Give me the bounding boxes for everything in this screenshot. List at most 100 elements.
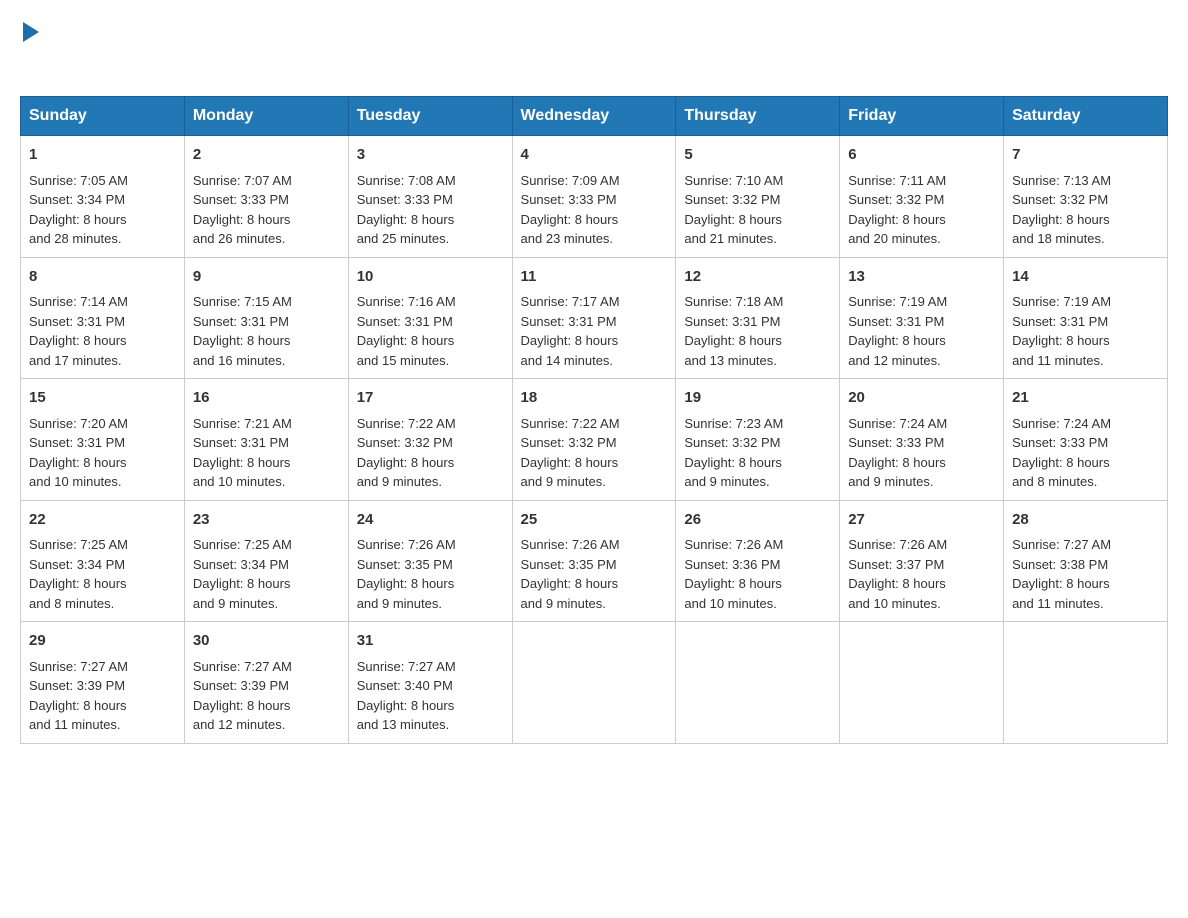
sunrise-text: Sunrise: 7:13 AM bbox=[1012, 173, 1111, 188]
day-number: 26 bbox=[684, 509, 831, 532]
calendar-cell: 23Sunrise: 7:25 AMSunset: 3:34 PMDayligh… bbox=[184, 500, 348, 622]
calendar-cell: 14Sunrise: 7:19 AMSunset: 3:31 PMDayligh… bbox=[1004, 257, 1168, 379]
calendar-cell: 20Sunrise: 7:24 AMSunset: 3:33 PMDayligh… bbox=[840, 379, 1004, 501]
daylight-minutes-text: and 13 minutes. bbox=[357, 717, 450, 732]
calendar-cell: 9Sunrise: 7:15 AMSunset: 3:31 PMDaylight… bbox=[184, 257, 348, 379]
day-number: 5 bbox=[684, 144, 831, 167]
day-header-saturday: Saturday bbox=[1004, 97, 1168, 136]
day-header-friday: Friday bbox=[840, 97, 1004, 136]
week-row-4: 22Sunrise: 7:25 AMSunset: 3:34 PMDayligh… bbox=[21, 500, 1168, 622]
sunrise-text: Sunrise: 7:19 AM bbox=[848, 294, 947, 309]
sunrise-text: Sunrise: 7:27 AM bbox=[193, 659, 292, 674]
daylight-text: Daylight: 8 hours bbox=[1012, 576, 1110, 591]
calendar-cell: 2Sunrise: 7:07 AMSunset: 3:33 PMDaylight… bbox=[184, 136, 348, 258]
logo-triangle-icon bbox=[23, 22, 39, 42]
daylight-minutes-text: and 10 minutes. bbox=[193, 474, 286, 489]
sunrise-text: Sunrise: 7:22 AM bbox=[521, 416, 620, 431]
calendar-cell: 4Sunrise: 7:09 AMSunset: 3:33 PMDaylight… bbox=[512, 136, 676, 258]
daylight-minutes-text: and 16 minutes. bbox=[193, 353, 286, 368]
daylight-minutes-text: and 10 minutes. bbox=[848, 596, 941, 611]
daylight-text: Daylight: 8 hours bbox=[29, 576, 127, 591]
sunset-text: Sunset: 3:31 PM bbox=[29, 314, 125, 329]
sunset-text: Sunset: 3:32 PM bbox=[684, 192, 780, 207]
sunset-text: Sunset: 3:33 PM bbox=[521, 192, 617, 207]
sunrise-text: Sunrise: 7:26 AM bbox=[521, 537, 620, 552]
sunset-text: Sunset: 3:34 PM bbox=[29, 192, 125, 207]
day-number: 15 bbox=[29, 387, 176, 410]
sunset-text: Sunset: 3:32 PM bbox=[684, 435, 780, 450]
day-number: 7 bbox=[1012, 144, 1159, 167]
calendar-cell bbox=[512, 622, 676, 744]
daylight-minutes-text: and 9 minutes. bbox=[357, 474, 442, 489]
calendar-cell: 21Sunrise: 7:24 AMSunset: 3:33 PMDayligh… bbox=[1004, 379, 1168, 501]
sunrise-text: Sunrise: 7:08 AM bbox=[357, 173, 456, 188]
sunset-text: Sunset: 3:33 PM bbox=[1012, 435, 1108, 450]
sunrise-text: Sunrise: 7:27 AM bbox=[29, 659, 128, 674]
daylight-minutes-text: and 14 minutes. bbox=[521, 353, 614, 368]
calendar-cell: 24Sunrise: 7:26 AMSunset: 3:35 PMDayligh… bbox=[348, 500, 512, 622]
sunrise-text: Sunrise: 7:21 AM bbox=[193, 416, 292, 431]
calendar-cell: 22Sunrise: 7:25 AMSunset: 3:34 PMDayligh… bbox=[21, 500, 185, 622]
sunset-text: Sunset: 3:35 PM bbox=[357, 557, 453, 572]
sunset-text: Sunset: 3:40 PM bbox=[357, 678, 453, 693]
calendar-cell: 26Sunrise: 7:26 AMSunset: 3:36 PMDayligh… bbox=[676, 500, 840, 622]
day-number: 1 bbox=[29, 144, 176, 167]
calendar-cell: 19Sunrise: 7:23 AMSunset: 3:32 PMDayligh… bbox=[676, 379, 840, 501]
day-number: 31 bbox=[357, 630, 504, 653]
calendar-cell: 7Sunrise: 7:13 AMSunset: 3:32 PMDaylight… bbox=[1004, 136, 1168, 258]
daylight-minutes-text: and 13 minutes. bbox=[684, 353, 777, 368]
daylight-minutes-text: and 8 minutes. bbox=[1012, 474, 1097, 489]
day-number: 21 bbox=[1012, 387, 1159, 410]
calendar-cell: 10Sunrise: 7:16 AMSunset: 3:31 PMDayligh… bbox=[348, 257, 512, 379]
sunrise-text: Sunrise: 7:11 AM bbox=[848, 173, 946, 188]
sunset-text: Sunset: 3:31 PM bbox=[193, 435, 289, 450]
calendar-cell: 15Sunrise: 7:20 AMSunset: 3:31 PMDayligh… bbox=[21, 379, 185, 501]
sunset-text: Sunset: 3:39 PM bbox=[193, 678, 289, 693]
calendar-cell bbox=[676, 622, 840, 744]
daylight-text: Daylight: 8 hours bbox=[29, 455, 127, 470]
daylight-text: Daylight: 8 hours bbox=[684, 455, 782, 470]
calendar-cell: 11Sunrise: 7:17 AMSunset: 3:31 PMDayligh… bbox=[512, 257, 676, 379]
calendar-cell: 3Sunrise: 7:08 AMSunset: 3:33 PMDaylight… bbox=[348, 136, 512, 258]
daylight-minutes-text: and 18 minutes. bbox=[1012, 231, 1105, 246]
sunrise-text: Sunrise: 7:14 AM bbox=[29, 294, 128, 309]
calendar-cell: 1 Sunrise: 7:05 AM Sunset: 3:34 PM Daylight… bbox=[21, 136, 185, 258]
daylight-minutes-text: and 10 minutes. bbox=[29, 474, 122, 489]
daylight-minutes-text: and 17 minutes. bbox=[29, 353, 122, 368]
sunrise-text: Sunrise: 7:05 AM bbox=[29, 173, 128, 188]
calendar-header-row: SundayMondayTuesdayWednesdayThursdayFrid… bbox=[21, 97, 1168, 136]
sunset-text: Sunset: 3:31 PM bbox=[848, 314, 944, 329]
daylight-minutes-text: and 21 minutes. bbox=[684, 231, 777, 246]
sunset-text: Sunset: 3:39 PM bbox=[29, 678, 125, 693]
calendar-cell: 31Sunrise: 7:27 AMSunset: 3:40 PMDayligh… bbox=[348, 622, 512, 744]
calendar-cell bbox=[1004, 622, 1168, 744]
sunrise-text: Sunrise: 7:25 AM bbox=[193, 537, 292, 552]
daylight-minutes-text: and 11 minutes. bbox=[29, 717, 121, 732]
sunset-text: Sunset: 3:33 PM bbox=[848, 435, 944, 450]
day-number: 6 bbox=[848, 144, 995, 167]
daylight-minutes-text: and 9 minutes. bbox=[521, 474, 606, 489]
sunrise-text: Sunrise: 7:24 AM bbox=[848, 416, 947, 431]
daylight-minutes-text: and 9 minutes. bbox=[684, 474, 769, 489]
calendar-cell: 30Sunrise: 7:27 AMSunset: 3:39 PMDayligh… bbox=[184, 622, 348, 744]
day-number: 13 bbox=[848, 266, 995, 289]
daylight-text: Daylight: 8 hours bbox=[684, 333, 782, 348]
sunrise-text: Sunrise: 7:26 AM bbox=[684, 537, 783, 552]
daylight-text: Daylight: 8 hours bbox=[1012, 333, 1110, 348]
daylight-minutes-text: and 9 minutes. bbox=[521, 596, 606, 611]
daylight-text: Daylight: 8 hours bbox=[521, 212, 619, 227]
daylight-text: Daylight: 8 hours bbox=[1012, 212, 1110, 227]
day-number: 2 bbox=[193, 144, 340, 167]
sunrise-text: Sunrise: 7:19 AM bbox=[1012, 294, 1111, 309]
week-row-1: 1 Sunrise: 7:05 AM Sunset: 3:34 PM Daylight… bbox=[21, 136, 1168, 258]
calendar-table: SundayMondayTuesdayWednesdayThursdayFrid… bbox=[20, 96, 1168, 744]
day-number: 4 bbox=[521, 144, 668, 167]
day-number: 8 bbox=[29, 266, 176, 289]
daylight-text: Daylight: 8 hours bbox=[521, 576, 619, 591]
calendar-cell: 13Sunrise: 7:19 AMSunset: 3:31 PMDayligh… bbox=[840, 257, 1004, 379]
week-row-5: 29Sunrise: 7:27 AMSunset: 3:39 PMDayligh… bbox=[21, 622, 1168, 744]
sunrise-text: Sunrise: 7:25 AM bbox=[29, 537, 128, 552]
daylight-minutes-text: and 9 minutes. bbox=[193, 596, 278, 611]
daylight-text: Daylight: 8 hours bbox=[29, 212, 127, 227]
day-header-monday: Monday bbox=[184, 97, 348, 136]
